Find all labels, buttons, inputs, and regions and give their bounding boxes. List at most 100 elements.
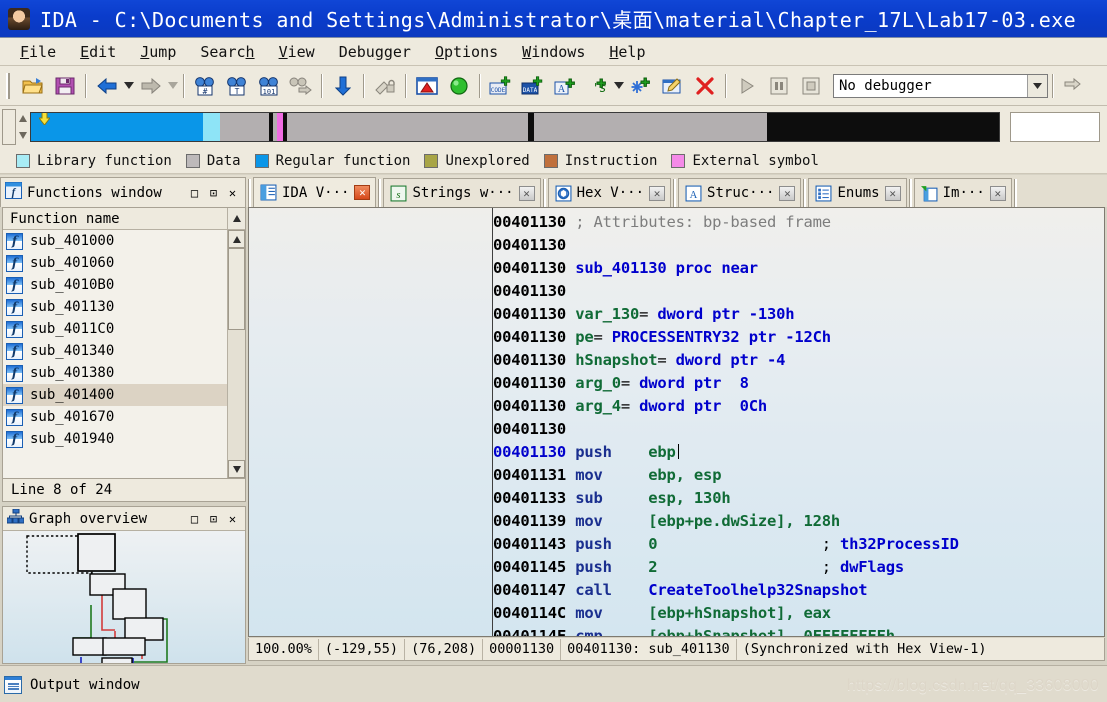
menu-view[interactable]: View [267, 40, 327, 64]
tab-1[interactable]: s Strings w··· ✕ [383, 178, 541, 207]
disassembly-line[interactable]: 00401130 [493, 234, 1104, 257]
disassembly-line[interactable]: 00401130 arg_0= dword ptr 8 [493, 372, 1104, 395]
save-file-icon[interactable] [50, 71, 80, 101]
make-unexplored-icon[interactable] [626, 71, 656, 101]
disassembly-arrows-gutter[interactable] [249, 208, 493, 636]
toolbar-grip[interactable] [6, 72, 13, 99]
tab-close-icon[interactable]: ✕ [779, 185, 796, 201]
make-struct-dropdown-icon[interactable] [613, 71, 625, 101]
disassembly-line[interactable]: 00401139 mov [ebp+pe.dwSize], 128h [493, 510, 1104, 533]
disassembly-line[interactable]: 00401131 mov ebp, esp [493, 464, 1104, 487]
maximize-button[interactable]: ⊡ [205, 185, 222, 201]
caret-down-icon[interactable] [1027, 74, 1047, 97]
function-list-item[interactable]: f sub_401670 [3, 406, 227, 428]
menu-edit[interactable]: Edit [68, 40, 128, 64]
disassembly-line[interactable]: 0040114F cmp [ebp+hSnapshot], 0FFFFFFFFh [493, 625, 1104, 636]
disassembly-line[interactable]: 00401130 [493, 418, 1104, 441]
navigate-back-dropdown-icon[interactable] [123, 71, 135, 101]
scroll-up-button[interactable] [228, 230, 245, 248]
disassembly-line[interactable]: 00401130 push ebp [493, 441, 1104, 464]
jump-down-icon[interactable] [328, 71, 358, 101]
make-struct-icon[interactable]: 's' [582, 71, 612, 101]
navigate-forward-icon[interactable] [136, 71, 166, 101]
menu-debugger[interactable]: Debugger [327, 40, 423, 64]
tab-5[interactable]: Im··· ✕ [913, 178, 1012, 207]
function-list-item[interactable]: f sub_401060 [3, 252, 227, 274]
navband-scroll-arrows[interactable] [16, 110, 30, 144]
disassembly-listing[interactable]: 00401130 ; Attributes: bp-based frame 004… [493, 208, 1104, 636]
graph-overview-canvas[interactable] [3, 531, 245, 663]
scroll-track[interactable] [228, 248, 245, 460]
function-list-item[interactable]: f sub_4011C0 [3, 318, 227, 340]
disassembly-line[interactable]: 00401143 push 0 ; th32ProcessID [493, 533, 1104, 556]
undefine-icon[interactable] [690, 71, 720, 101]
tab-3[interactable]: A Struc··· ✕ [678, 178, 802, 207]
debug-pause-icon[interactable] [764, 71, 794, 101]
disassembly-line[interactable]: 0040114C mov [ebp+hSnapshot], eax [493, 602, 1104, 625]
restore-button[interactable]: □ [186, 511, 203, 527]
navigation-band[interactable] [30, 112, 1000, 142]
disassembly-line[interactable]: 00401130 hSnapshot= dword ptr -4 [493, 349, 1104, 372]
search-binary-icon[interactable]: # [190, 71, 220, 101]
menu-windows[interactable]: Windows [510, 40, 597, 64]
code-token[interactable]: sub_401130 [575, 259, 667, 277]
disassembly-line[interactable]: 00401133 sub esp, 130h [493, 487, 1104, 510]
debug-stop-icon[interactable] [796, 71, 826, 101]
menu-file[interactable]: File [8, 40, 68, 64]
run-analysis-icon[interactable] [444, 71, 474, 101]
menu-help[interactable]: Help [597, 40, 657, 64]
make-ascii-icon[interactable]: A [550, 71, 580, 101]
function-list-item[interactable]: f sub_401400 [3, 384, 227, 406]
menu-options[interactable]: Options [423, 40, 510, 64]
tab-4[interactable]: Enums ✕ [808, 178, 907, 207]
search-text-icon[interactable]: T [222, 71, 252, 101]
search-sequence-icon[interactable]: 101 [254, 71, 284, 101]
step-over-icon[interactable] [1059, 71, 1089, 101]
disassembly-line[interactable]: 00401130 sub_401130 proc near [493, 257, 1104, 280]
menu-search[interactable]: Search [188, 40, 266, 64]
tab-close-icon[interactable]: ✕ [649, 185, 666, 201]
function-list-item[interactable]: f sub_401340 [3, 340, 227, 362]
maximize-button[interactable]: ⊡ [205, 511, 222, 527]
function-list-item[interactable]: f sub_401380 [3, 362, 227, 384]
column-function-name[interactable]: Function name [3, 211, 227, 227]
code-token[interactable]: th32ProcessID [840, 535, 959, 553]
restore-button[interactable]: □ [186, 185, 203, 201]
tab-close-icon[interactable]: ✕ [354, 185, 371, 200]
disassembly-line[interactable]: 00401130 var_130= dword ptr -130h [493, 303, 1104, 326]
close-button[interactable]: ✕ [224, 185, 241, 201]
disassembly-line[interactable]: 00401130 [493, 280, 1104, 303]
scroll-down-button[interactable] [228, 460, 245, 478]
function-list-item[interactable]: f sub_4010B0 [3, 274, 227, 296]
function-list-item[interactable]: f sub_401940 [3, 428, 227, 450]
disassembly-line[interactable]: 00401145 push 2 ; dwFlags [493, 556, 1104, 579]
code-token[interactable]: CreateToolhelp32Snapshot [648, 581, 867, 599]
edit-function-icon[interactable] [658, 71, 688, 101]
disassembly-line[interactable]: 00401130 arg_4= dword ptr 0Ch [493, 395, 1104, 418]
scroll-up-button[interactable] [227, 208, 245, 229]
warning-icon[interactable] [412, 71, 442, 101]
search-next-icon[interactable] [286, 71, 316, 101]
navigate-forward-dropdown-icon[interactable] [167, 71, 179, 101]
open-file-icon[interactable] [18, 71, 48, 101]
function-list-item[interactable]: f sub_401000 [3, 230, 227, 252]
functions-list[interactable]: f sub_401000 f sub_401060 f sub_4010B0 f sub_40… [3, 230, 227, 478]
function-list-item[interactable]: f sub_401130 [3, 296, 227, 318]
make-data-icon[interactable]: DATA [518, 71, 548, 101]
disassembly-line[interactable]: 00401130 pe= PROCESSENTRY32 ptr -12Ch [493, 326, 1104, 349]
disassembly-line[interactable]: 00401147 call CreateToolhelp32Snapshot [493, 579, 1104, 602]
patch-lock-icon[interactable] [370, 71, 400, 101]
disassembly-line[interactable]: 00401130 ; Attributes: bp-based frame [493, 211, 1104, 234]
tab-close-icon[interactable]: ✕ [884, 185, 901, 201]
scroll-thumb[interactable] [228, 248, 245, 330]
menu-jump[interactable]: Jump [128, 40, 188, 64]
tab-close-icon[interactable]: ✕ [989, 185, 1006, 201]
navigate-back-icon[interactable] [92, 71, 122, 101]
tab-close-icon[interactable]: ✕ [518, 185, 535, 201]
debugger-select[interactable]: No debugger [833, 73, 1048, 98]
make-code-icon[interactable]: CODE [486, 71, 516, 101]
navband-left-box[interactable] [2, 109, 16, 145]
tab-0[interactable]: IDA V··· ✕ [253, 177, 377, 207]
code-token[interactable]: dwFlags [840, 558, 904, 576]
close-button[interactable]: ✕ [224, 511, 241, 527]
